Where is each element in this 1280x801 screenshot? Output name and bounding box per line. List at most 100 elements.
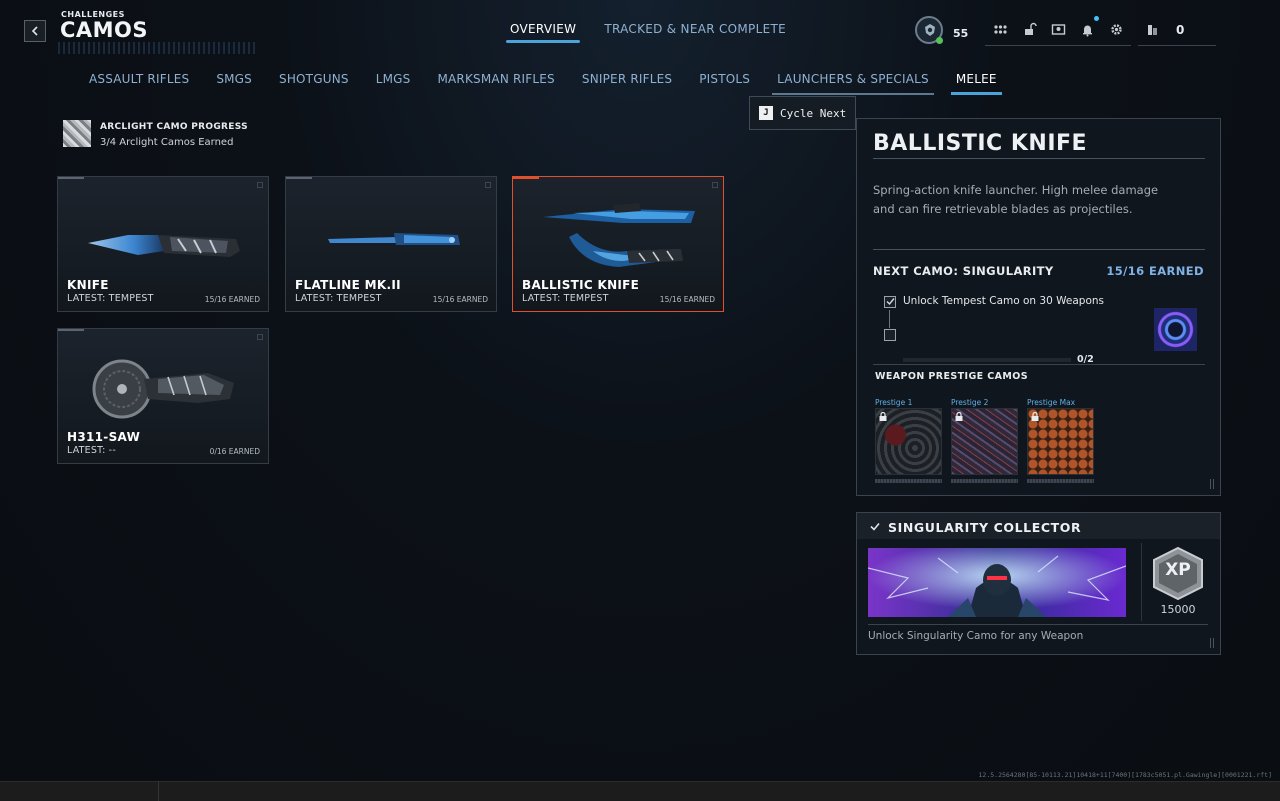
header-icon-group <box>985 14 1131 46</box>
top-tabs: OVERVIEW TRACKED & NEAR COMPLETE <box>506 22 790 43</box>
task-progress-bar <box>903 358 1071 362</box>
tab-assault-rifles[interactable]: ASSAULT RIFLES <box>89 72 189 90</box>
tab-shotguns[interactable]: SHOTGUNS <box>279 72 349 90</box>
checkmark-icon <box>870 522 880 531</box>
detail-weapon-title: BALLISTIC KNIFE <box>873 131 1205 159</box>
prestige-label: Prestige 2 <box>951 398 989 407</box>
detail-weapon-description: Spring-action knife launcher. High melee… <box>873 183 1159 216</box>
settings-gear-icon[interactable] <box>1107 21 1125 39</box>
weapon-camos-earned: 15/16 EARNED <box>659 295 715 304</box>
divider <box>868 624 1208 625</box>
build-info: 12.5.2564280[85-10113.21]10418+11[7400][… <box>978 771 1273 779</box>
notification-bell-icon[interactable] <box>1078 21 1096 39</box>
calling-card-banner <box>868 548 1126 617</box>
weapon-name: H311-SAW <box>67 430 141 444</box>
cycle-next-label: Cycle Next <box>780 106 847 120</box>
weapon-detail-panel: BALLISTIC KNIFE Spring-action knife laun… <box>856 118 1221 496</box>
task-connector <box>889 310 890 328</box>
weapon-latest-camo: LATEST: TEMPEST <box>295 293 382 304</box>
prestige-label: Prestige 1 <box>875 398 913 407</box>
prestige-progress <box>951 479 1018 483</box>
weapon-latest-camo: LATEST: -- <box>67 445 116 456</box>
xp-reward-amount: 15000 <box>1160 603 1196 616</box>
collector-description: Unlock Singularity Camo for any Weapon <box>868 630 1084 642</box>
tab-smgs[interactable]: SMGS <box>216 72 252 90</box>
prestige-label: Prestige Max <box>1027 398 1076 407</box>
task-checkbox-completed <box>884 296 896 308</box>
weapon-card-h311-saw[interactable]: H311-SAW LATEST: -- 0/16 EARNED <box>57 328 269 464</box>
page-title: CAMOS <box>60 18 149 42</box>
currency-display[interactable]: 0 <box>1138 14 1216 46</box>
tab-lmgs[interactable]: LMGS <box>376 72 411 90</box>
singularity-camo-thumbnail <box>1154 308 1197 351</box>
weapon-camos-earned: 15/16 EARNED <box>204 295 260 304</box>
weapon-latest-camo: LATEST: TEMPEST <box>522 293 609 304</box>
prestige-1-thumbnail <box>875 408 942 475</box>
prestige-max-thumbnail <box>1027 408 1094 475</box>
flatline-mk2-image <box>328 233 460 245</box>
weapon-card-knife[interactable]: KNIFE LATEST: TEMPEST 15/16 EARNED <box>57 176 269 312</box>
xp-label: XP <box>1165 560 1191 580</box>
unlock-icon[interactable] <box>1020 21 1038 39</box>
tab-overview[interactable]: OVERVIEW <box>506 22 581 43</box>
tab-marksman-rifles[interactable]: MARKSMAN RIFLES <box>437 72 554 90</box>
prestige-progress <box>1027 479 1094 483</box>
weapon-latest-camo: LATEST: TEMPEST <box>67 293 154 304</box>
next-camo-label: NEXT CAMO: SINGULARITY <box>873 264 1054 278</box>
player-level: 55 <box>953 26 969 40</box>
panel-corner-mark <box>1210 479 1214 489</box>
knife-image <box>88 235 240 257</box>
weapon-category-tabs: ASSAULT RIFLES SMGS SHOTGUNS LMGS MARKSM… <box>89 72 1024 95</box>
singularity-collector-panel: SINGULARITY COLLECTOR XP 15000 Unlock Si… <box>856 512 1221 655</box>
panel-corner-mark <box>1210 638 1214 648</box>
arclight-progress-subtitle: 3/4 Arclight Camos Earned <box>100 137 234 148</box>
weapon-card-ballistic-knife[interactable]: BALLISTIC KNIFE LATEST: TEMPEST 15/16 EA… <box>512 176 724 312</box>
tab-launchers-specials[interactable]: LAUNCHERS & SPECIALS <box>772 72 934 95</box>
lock-icon <box>879 412 887 421</box>
grid-menu-icon[interactable] <box>991 21 1009 39</box>
tab-pistols[interactable]: PISTOLS <box>699 72 750 90</box>
weapon-name: FLATLINE MK.II <box>295 278 401 292</box>
weapon-card-flatline-mk2[interactable]: FLATLINE MK.II LATEST: TEMPEST 15/16 EAR… <box>285 176 497 312</box>
task-checkbox-pending <box>884 329 896 341</box>
divider <box>873 364 1205 365</box>
camos-screen: CHALLENGES CAMOS OVERVIEW TRACKED & NEAR… <box>0 0 1280 801</box>
prestige-progress <box>875 479 942 483</box>
chevron-left-icon <box>31 26 38 36</box>
notification-dot <box>1094 16 1099 21</box>
bottom-bar <box>0 781 1280 801</box>
lock-icon <box>955 412 963 421</box>
prestige-camo-2[interactable]: Prestige 2 <box>951 398 1018 483</box>
prestige-camo-1[interactable]: Prestige 1 <box>875 398 942 483</box>
ballistic-knife-image <box>543 203 695 267</box>
collector-title: SINGULARITY COLLECTOR <box>888 520 1082 535</box>
weapon-name: KNIFE <box>67 278 109 292</box>
rank-emblem-icon[interactable] <box>915 16 943 44</box>
cycle-next-prompt[interactable]: J Cycle Next <box>749 96 856 130</box>
keybind-j: J <box>759 106 773 120</box>
title-decoration <box>58 42 258 54</box>
divider <box>1141 543 1142 621</box>
prestige-camos-header: WEAPON PRESTIGE CAMOS <box>875 371 1028 382</box>
next-camo-earned: 15/16 EARNED <box>1106 264 1204 278</box>
checkmark-icon <box>886 298 895 306</box>
task-description: Unlock Tempest Camo on 30 Weapons <box>903 295 1104 307</box>
tab-melee[interactable]: MELEE <box>950 72 1002 95</box>
tab-tracked-near-complete[interactable]: TRACKED & NEAR COMPLETE <box>600 22 790 40</box>
lock-icon <box>1031 412 1039 421</box>
arclight-progress-title: ARCLIGHT CAMO PROGRESS <box>100 122 248 132</box>
cod-points-icon <box>1148 24 1157 35</box>
weapon-camos-earned: 0/16 EARNED <box>209 447 260 456</box>
bottom-bar-separator <box>158 781 159 801</box>
arclight-camo-thumbnail <box>63 120 91 147</box>
weapon-camos-earned: 15/16 EARNED <box>432 295 488 304</box>
prestige-camo-max[interactable]: Prestige Max <box>1027 398 1094 483</box>
profile-card-icon[interactable] <box>1049 21 1067 39</box>
weapon-name: BALLISTIC KNIFE <box>522 278 640 292</box>
divider <box>873 249 1205 250</box>
tab-sniper-rifles[interactable]: SNIPER RIFLES <box>582 72 672 90</box>
prestige-2-thumbnail <box>951 408 1018 475</box>
back-button[interactable] <box>24 20 46 42</box>
player-rank: 55 <box>915 14 968 46</box>
collector-header: SINGULARITY COLLECTOR <box>857 513 1220 539</box>
